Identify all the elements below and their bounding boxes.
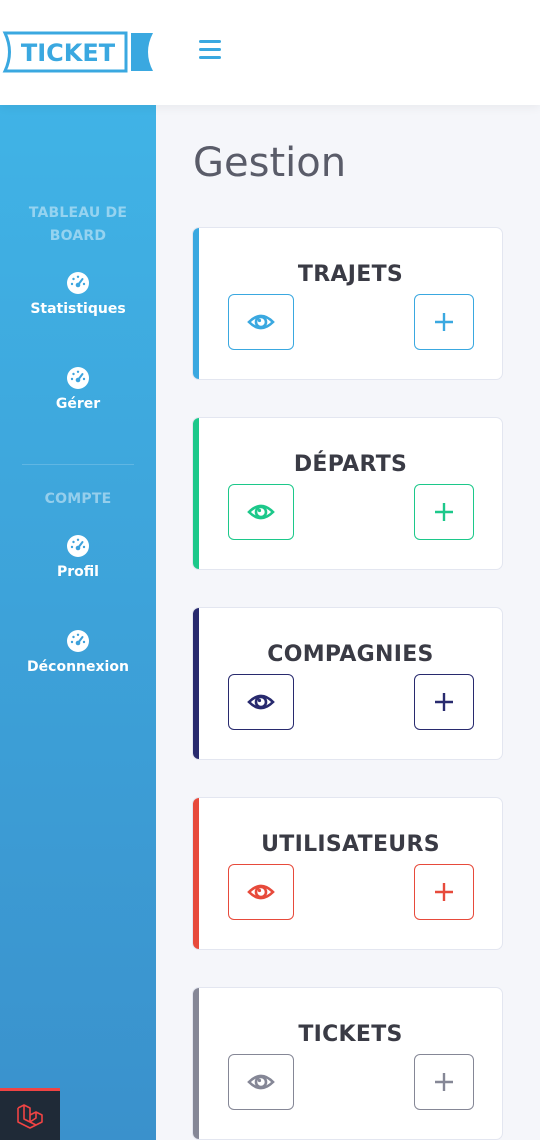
top-bar: TICKET [0,0,540,105]
view-utilisateurs-button[interactable] [228,864,294,920]
card-compagnies: COMPAGNIES [192,607,503,760]
card-departs: DÉPARTS [192,417,503,570]
sidebar-item-label: Gérer [55,396,101,412]
tachometer-icon [67,630,89,652]
sidebar-divider [22,464,134,465]
laravel-icon [17,1103,43,1129]
sidebar-item-deconnexion[interactable]: Déconnexion [0,629,156,675]
add-compagnie-button[interactable] [414,674,474,730]
eye-icon [247,884,275,900]
view-trajets-button[interactable] [228,294,294,350]
eye-icon [247,694,275,710]
card-title: UTILISATEURS [261,832,440,857]
card-accent [193,418,199,569]
eye-icon [247,314,275,330]
add-utilisateur-button[interactable] [414,864,474,920]
eye-icon [247,1074,275,1090]
card-tickets: TICKETS [192,987,503,1140]
menu-toggle-icon[interactable] [199,40,221,62]
sidebar-item-gerer[interactable]: Gérer [0,366,156,412]
plus-icon [435,313,453,331]
sidebar-item-label: Statistiques [30,301,126,317]
card-title: COMPAGNIES [267,642,434,667]
plus-icon [435,883,453,901]
ticket-logo[interactable]: TICKET [2,31,154,73]
eye-icon [247,504,275,520]
sidebar-item-profil[interactable]: Profil [0,534,156,580]
plus-icon [435,1073,453,1091]
add-ticket-button[interactable] [414,1054,474,1110]
tachometer-icon [67,367,89,389]
view-tickets-button[interactable] [228,1054,294,1110]
tachometer-icon [67,535,89,557]
brand-name: TICKET [21,39,116,67]
view-compagnies-button[interactable] [228,674,294,730]
card-accent [193,798,199,949]
card-accent [193,228,199,379]
sidebar-item-label: Profil [57,564,99,580]
add-depart-button[interactable] [414,484,474,540]
laravel-debugbar-button[interactable] [0,1088,60,1140]
page-title: Gestion [193,140,347,186]
card-title: TRAJETS [297,262,404,287]
sidebar: TABLEAU DE BOARD Statistiques Gérer COMP… [0,105,156,1140]
sidebar-heading-compte: COMPTE [44,491,112,507]
sidebar-heading-dashboard: TABLEAU DE BOARD [28,205,128,244]
card-accent [193,608,199,759]
card-title: TICKETS [298,1022,403,1047]
card-title: DÉPARTS [293,452,408,477]
plus-icon [435,693,453,711]
sidebar-item-label: Déconnexion [27,659,129,675]
card-utilisateurs: UTILISATEURS [192,797,503,950]
card-accent [193,988,199,1139]
add-trajet-button[interactable] [414,294,474,350]
sidebar-item-statistiques[interactable]: Statistiques [0,271,156,317]
view-departs-button[interactable] [228,484,294,540]
plus-icon [435,503,453,521]
tachometer-icon [67,272,89,294]
card-trajets: TRAJETS [192,227,503,380]
